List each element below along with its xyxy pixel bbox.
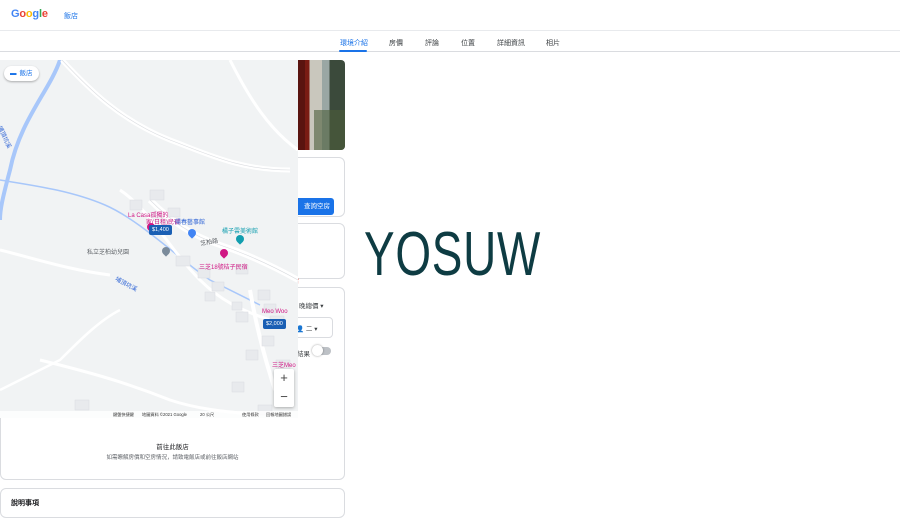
terms-link[interactable]: 使用條款 <box>242 412 259 418</box>
price-sort-dropdown[interactable]: 晚總價 ▾ <box>299 300 324 310</box>
tab-details[interactable]: 詳細資訊 <box>497 38 525 48</box>
poi-label[interactable]: Meo Woo <box>262 309 288 315</box>
bed-icon: ▬ <box>10 70 17 77</box>
filter-toggle[interactable] <box>312 345 331 356</box>
top-bar: Google 飯店 <box>0 0 900 30</box>
map-canvas <box>0 60 298 418</box>
tab-reviews[interactable]: 評論 <box>425 38 439 48</box>
tab-overview[interactable]: 環境介紹 <box>340 38 368 48</box>
price-marker[interactable]: $1,400 <box>149 225 172 235</box>
tab-photos[interactable]: 相片 <box>546 38 560 48</box>
hotel-photo[interactable] <box>294 60 345 150</box>
logo-letter: G <box>11 8 20 20</box>
zoom-out-button[interactable]: − <box>274 388 294 407</box>
map-attribution: 鍵盤快捷鍵 地圖資料 ©2021 Google 20 公尺 使用條款 回報地圖錯… <box>0 411 298 418</box>
ad-brand-logo[interactable]: YOSUW <box>364 220 541 290</box>
hotel-map[interactable]: ▬ 飯店 埔頂坑溪 埔頂坑溪 La Casa孤獨的 家(日租)民宿 $1,400 … <box>0 60 298 418</box>
google-logo[interactable]: Google <box>11 8 48 20</box>
filter-label: 結果 <box>297 351 310 358</box>
price-marker[interactable]: $2,000 <box>263 319 286 329</box>
report-error-link[interactable]: 回報地圖錯誤 <box>266 412 291 418</box>
guests-value: 二 <box>305 326 313 333</box>
price-sort-label: 晚總價 <box>299 303 319 310</box>
zoom-in-button[interactable]: + <box>274 369 294 388</box>
directions-title: 前往此飯店 <box>156 444 189 451</box>
logo-letter: e <box>41 8 48 20</box>
tab-location[interactable]: 位置 <box>461 38 475 48</box>
tab-prices[interactable]: 房價 <box>389 38 403 48</box>
business-card <box>0 488 345 518</box>
poi-label[interactable]: 三芝Meo <box>272 360 296 369</box>
poi-label[interactable]: 陽春藝事館 <box>175 217 205 226</box>
zoom-controls: + − <box>274 369 294 407</box>
active-tab-indicator <box>339 50 367 52</box>
poi-label[interactable]: 三芝18號桔子民宿 <box>199 262 248 271</box>
guests-select[interactable]: 👤 二 ▾ <box>292 317 333 338</box>
breadcrumb-hotels[interactable]: 飯店 <box>64 11 78 21</box>
keyboard-shortcuts-link[interactable]: 鍵盤快捷鍵 <box>113 412 134 418</box>
poi-label[interactable]: 私立芝柏幼兒園 <box>87 247 129 256</box>
map-data-label: 地圖資料 ©2021 Google <box>142 412 187 417</box>
directions-subtitle: 如需瞭解房價和空房情況，請致電飯店或前往飯店網站 <box>106 455 239 461</box>
check-availability-button[interactable]: 查詢空房 <box>292 198 334 215</box>
business-section-title: 說明事項 <box>11 500 39 507</box>
scale-label: 20 公尺 <box>200 412 215 417</box>
section-tabs: 環境介紹 房價 評論 位置 詳細資訊 相片 <box>0 30 900 52</box>
hotels-chip-label: 飯店 <box>19 70 33 77</box>
hotels-filter-chip[interactable]: ▬ 飯店 <box>4 66 39 81</box>
